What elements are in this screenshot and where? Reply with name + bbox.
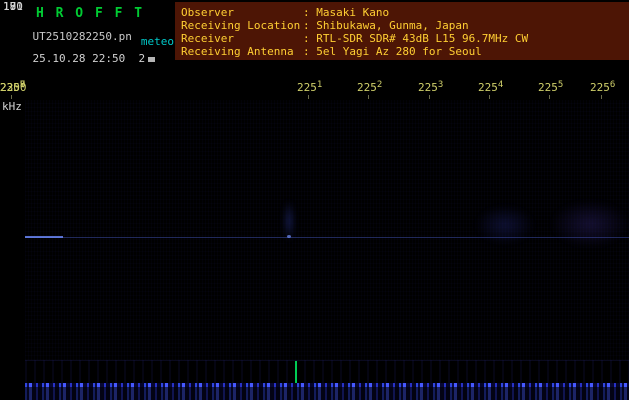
- info-value: : Masaki Kano: [303, 6, 390, 19]
- spectrogram-plot: [25, 100, 629, 360]
- x-tick-base: 2300: [0, 81, 27, 94]
- noise-band: [25, 383, 629, 400]
- info-row: Receiving Antenna : 5el Yagi Az 280 for …: [181, 45, 629, 58]
- x-tick-base: 225: [590, 81, 610, 94]
- x-tick-sup: 6: [609, 80, 616, 90]
- info-row: Receiver : RTL-SDR SDR# 43dB L15 96.7MHz…: [181, 32, 629, 45]
- carrier-line-bright-segment: [25, 236, 63, 238]
- info-value: : Shibukawa, Gunma, Japan: [303, 19, 469, 32]
- x-tick-base: 225: [478, 81, 498, 94]
- info-label: Observer: [181, 6, 234, 19]
- x-tick-sup: 1: [316, 80, 323, 90]
- info-label: Receiving Location: [181, 19, 301, 32]
- x-tick-base: 225: [297, 81, 317, 94]
- x-tick-base: 225: [418, 81, 438, 94]
- info-value: : 5el Yagi Az 280 for Seoul: [303, 45, 482, 58]
- x-tick-sup: 4: [497, 80, 504, 90]
- sweep-marker-line: [295, 361, 297, 384]
- timestamp-text: 25.10.28 22:50 2: [32, 52, 146, 65]
- echo-smudge: [550, 200, 629, 248]
- x-tick-sup: 3: [437, 80, 444, 90]
- info-row: Receiving Location : Shibukawa, Gunma, J…: [181, 19, 629, 32]
- info-label: Receiving Antenna: [181, 45, 294, 58]
- x-tick-label: 2256: [590, 80, 616, 99]
- x-tick-label: 2252: [357, 80, 383, 99]
- timestamp-label: 25.10.28 22:50 2: [6, 39, 156, 78]
- info-label: Receiver: [181, 32, 234, 45]
- x-tick-sup: 2: [376, 80, 383, 90]
- x-tick-base: 225: [538, 81, 558, 94]
- x-tick-label: 2300: [0, 81, 27, 99]
- x-tick-label: 2255: [538, 80, 564, 99]
- y-tick-label: .7: [3, 0, 17, 13]
- x-tick-sup: 5: [557, 80, 564, 90]
- x-tick-label: 2253: [418, 80, 444, 99]
- x-tick-base: 225: [357, 81, 377, 94]
- x-tick-label: 2251: [297, 80, 323, 99]
- carrier-line: [25, 237, 629, 238]
- cursor-block: [148, 57, 156, 62]
- x-tick-label: 2254: [478, 80, 504, 99]
- info-row: Observer : Masaki Kano: [181, 6, 629, 19]
- frequency-axis-unit-label: kHz: [2, 100, 22, 113]
- info-value: : RTL-SDR SDR# 43dB L15 96.7MHz CW: [303, 32, 529, 45]
- info-panel: Observer : Masaki Kano Receiving Locatio…: [175, 2, 629, 60]
- echo-smudge: [283, 200, 295, 242]
- level-strip: [25, 360, 629, 384]
- hrofft-screen: H R O F F T UT2510282250.pn meteor 25.10.…: [0, 0, 629, 400]
- echo-smudge: [475, 205, 535, 245]
